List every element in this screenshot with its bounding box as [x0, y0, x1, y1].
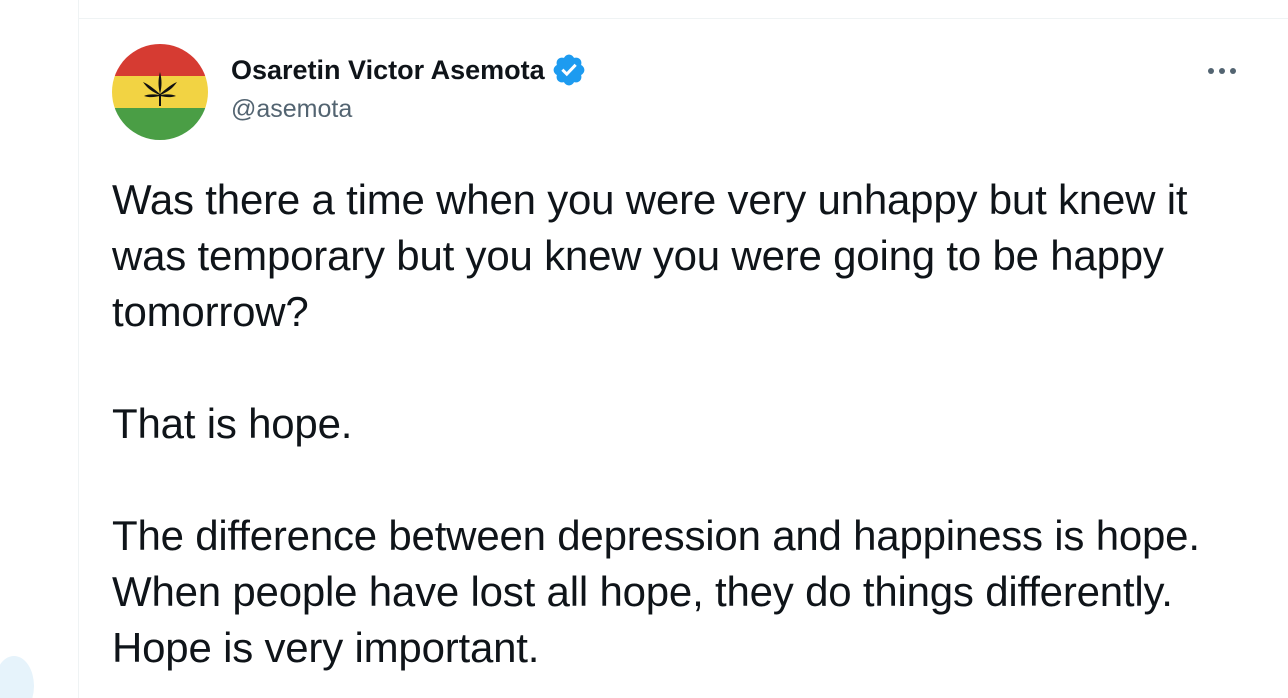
tweet-paragraph: The difference between depression and ha… — [112, 512, 1200, 671]
tweet-paragraph: Was there a time when you were very unha… — [112, 176, 1188, 335]
more-options-button[interactable] — [1197, 53, 1247, 89]
tweet-paragraph: That is hope. — [112, 400, 353, 447]
author-name-row: Osaretin Victor Asemota — [231, 53, 587, 87]
page: Osaretin Victor Asemota @asemota Was the… — [0, 0, 1288, 698]
left-sidebar — [0, 0, 78, 698]
verified-badge-icon[interactable] — [551, 52, 587, 88]
author-display-name[interactable]: Osaretin Victor Asemota — [231, 55, 545, 86]
tweet-text: Was there a time when you were very unha… — [112, 172, 1262, 676]
avatar[interactable] — [112, 44, 208, 140]
cannabis-leaf-icon — [143, 72, 177, 106]
tweet: Osaretin Victor Asemota @asemota Was the… — [79, 19, 1288, 698]
more-horizontal-icon — [1208, 68, 1236, 74]
author-handle[interactable]: @asemota — [231, 95, 352, 124]
gutter-button-fragment[interactable] — [0, 656, 34, 698]
